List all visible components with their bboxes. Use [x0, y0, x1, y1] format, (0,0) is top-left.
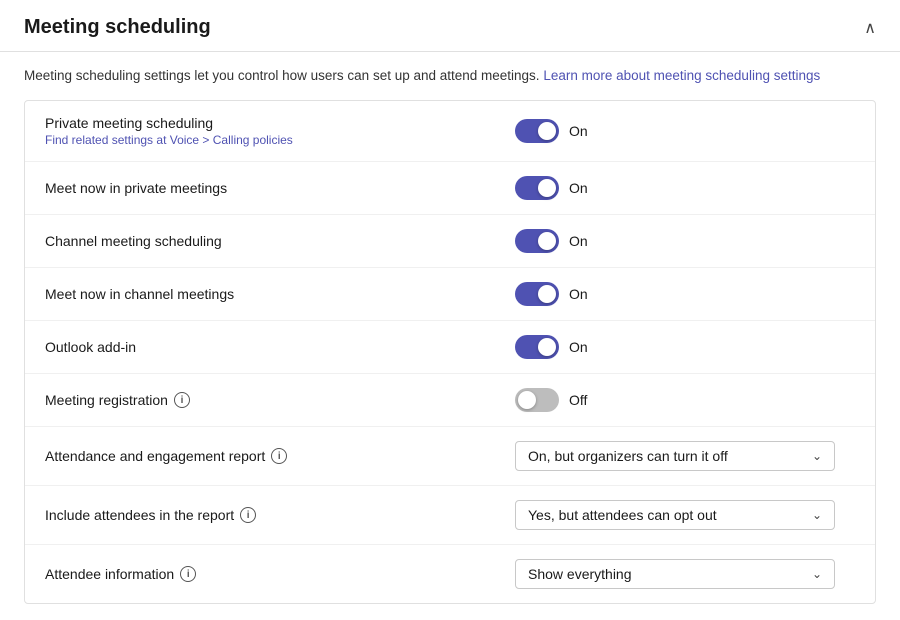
toggle-private-meeting[interactable] [515, 119, 559, 143]
label-attendee-info: Attendee information i [45, 566, 515, 582]
control-channel-meeting: On [515, 229, 855, 253]
control-meet-now-channel: On [515, 282, 855, 306]
label-channel-meeting: Channel meeting scheduling [45, 233, 515, 249]
control-private-meeting: On [515, 119, 855, 143]
dropdown-include-attendees-arrow: ⌄ [812, 508, 822, 522]
dropdown-include-attendees[interactable]: Yes, but attendees can opt out ⌄ [515, 500, 835, 530]
control-include-attendees: Yes, but attendees can opt out ⌄ [515, 500, 855, 530]
toggle-status-meeting-registration: Off [569, 392, 593, 408]
collapse-icon[interactable]: ∧ [864, 18, 876, 38]
label-private-meeting-scheduling: Private meeting scheduling [45, 115, 515, 131]
info-icon-include-attendees[interactable]: i [240, 507, 256, 523]
toggle-status-private-meeting: On [569, 123, 593, 139]
label-outlook-addin: Outlook add-in [45, 339, 515, 355]
label-group-outlook-addin: Outlook add-in [45, 339, 515, 355]
meeting-scheduling-panel: Meeting scheduling ∧ Meeting scheduling … [0, 0, 900, 604]
dropdown-include-attendees-value: Yes, but attendees can opt out [528, 507, 804, 523]
dropdown-attendee-info-arrow: ⌄ [812, 567, 822, 581]
label-group-attendance-report: Attendance and engagement report i [45, 448, 515, 464]
label-group-private-meeting: Private meeting scheduling Find related … [45, 115, 515, 147]
toggle-meet-now-channel[interactable] [515, 282, 559, 306]
label-group-attendee-info: Attendee information i [45, 566, 515, 582]
label-group-channel-meeting: Channel meeting scheduling [45, 233, 515, 249]
label-include-attendees: Include attendees in the report i [45, 507, 515, 523]
settings-list: Private meeting scheduling Find related … [24, 100, 876, 604]
control-attendance-report: On, but organizers can turn it off ⌄ [515, 441, 855, 471]
control-attendee-info: Show everything ⌄ [515, 559, 855, 589]
toggle-status-meet-now-channel: On [569, 286, 593, 302]
setting-row-meeting-registration: Meeting registration i Off [25, 374, 875, 427]
control-meeting-registration: Off [515, 388, 855, 412]
calling-policies-link[interactable]: Voice > Calling policies [170, 133, 293, 147]
control-outlook-addin: On [515, 335, 855, 359]
toggle-status-meet-now-private: On [569, 180, 593, 196]
label-group-meet-now-channel: Meet now in channel meetings [45, 286, 515, 302]
label-group-meeting-registration: Meeting registration i [45, 392, 515, 408]
dropdown-attendance-report-arrow: ⌄ [812, 449, 822, 463]
setting-row-attendance-report: Attendance and engagement report i On, b… [25, 427, 875, 486]
dropdown-attendance-report-value: On, but organizers can turn it off [528, 448, 804, 464]
toggle-status-channel-meeting: On [569, 233, 593, 249]
learn-more-link[interactable]: Learn more about meeting scheduling sett… [543, 68, 820, 83]
label-group-meet-now-private: Meet now in private meetings [45, 180, 515, 196]
setting-row-include-attendees: Include attendees in the report i Yes, b… [25, 486, 875, 545]
dropdown-attendance-report[interactable]: On, but organizers can turn it off ⌄ [515, 441, 835, 471]
toggle-status-outlook-addin: On [569, 339, 593, 355]
setting-row-attendee-info: Attendee information i Show everything ⌄ [25, 545, 875, 603]
info-icon-attendee-info[interactable]: i [180, 566, 196, 582]
label-meet-now-channel: Meet now in channel meetings [45, 286, 515, 302]
description-text: Meeting scheduling settings let you cont… [24, 68, 543, 83]
label-meet-now-private: Meet now in private meetings [45, 180, 515, 196]
setting-row-meet-now-channel: Meet now in channel meetings On [25, 268, 875, 321]
setting-row-outlook-addin: Outlook add-in On [25, 321, 875, 374]
label-meeting-registration: Meeting registration i [45, 392, 515, 408]
setting-row-channel-meeting: Channel meeting scheduling On [25, 215, 875, 268]
setting-row-private-meeting-scheduling: Private meeting scheduling Find related … [25, 101, 875, 162]
panel-header: Meeting scheduling ∧ [0, 0, 900, 52]
control-meet-now-private: On [515, 176, 855, 200]
label-attendance-report: Attendance and engagement report i [45, 448, 515, 464]
label-group-include-attendees: Include attendees in the report i [45, 507, 515, 523]
setting-row-meet-now-private: Meet now in private meetings On [25, 162, 875, 215]
info-icon-meeting-registration[interactable]: i [174, 392, 190, 408]
toggle-outlook-addin[interactable] [515, 335, 559, 359]
toggle-channel-meeting[interactable] [515, 229, 559, 253]
info-icon-attendance-report[interactable]: i [271, 448, 287, 464]
dropdown-attendee-info-value: Show everything [528, 566, 804, 582]
panel-title: Meeting scheduling [24, 16, 211, 39]
toggle-meeting-registration[interactable] [515, 388, 559, 412]
dropdown-attendee-info[interactable]: Show everything ⌄ [515, 559, 835, 589]
sub-label-calling-policies: Find related settings at Voice > Calling… [45, 133, 515, 147]
panel-description: Meeting scheduling settings let you cont… [0, 52, 900, 100]
toggle-meet-now-private[interactable] [515, 176, 559, 200]
